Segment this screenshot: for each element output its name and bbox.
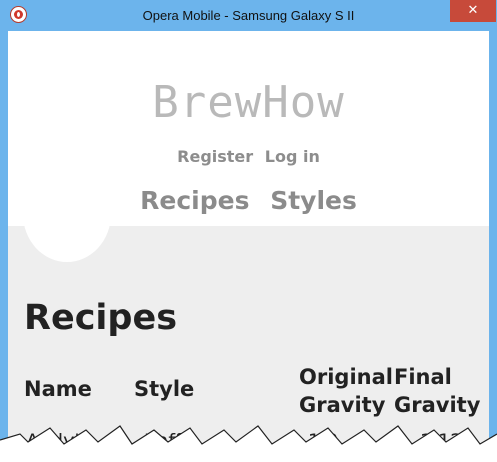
column-header-name: Name [24,375,92,403]
nav-styles-link[interactable]: Styles [270,186,357,215]
emulator-window: Opera Mobile - Samsung Galaxy S II ✕ Bre… [0,0,497,462]
register-link[interactable]: Register [177,147,253,166]
column-header-og-line1: Original [299,365,393,389]
torn-edge-decoration [0,425,497,462]
column-header-fg-line2: Gravity [394,393,481,417]
browser-viewport[interactable]: BrewHow Register Log in Recipes Styles R… [8,31,489,462]
login-link[interactable]: Log in [265,147,320,166]
window-title: Opera Mobile - Samsung Galaxy S II [142,8,355,23]
column-header-og-line2: Gravity [299,393,386,417]
site-brand[interactable]: BrewHow [8,77,489,128]
column-header-name-line1: Name [24,377,92,401]
column-header-style-line1: Style [134,377,195,401]
column-header-fg-line1: Final [394,365,452,389]
column-header-final-gravity: Final Gravity [394,363,480,419]
nav-recipes-link[interactable]: Recipes [140,186,249,215]
window-titlebar[interactable]: Opera Mobile - Samsung Galaxy S II ✕ [0,0,497,31]
page-title: Recipes [24,298,178,338]
close-button[interactable]: ✕ [450,0,496,22]
decorative-circle [23,166,111,262]
column-header-style: Style [134,375,194,403]
auth-links: Register Log in [8,147,489,166]
column-header-original-gravity: Original Gravity [299,363,393,419]
